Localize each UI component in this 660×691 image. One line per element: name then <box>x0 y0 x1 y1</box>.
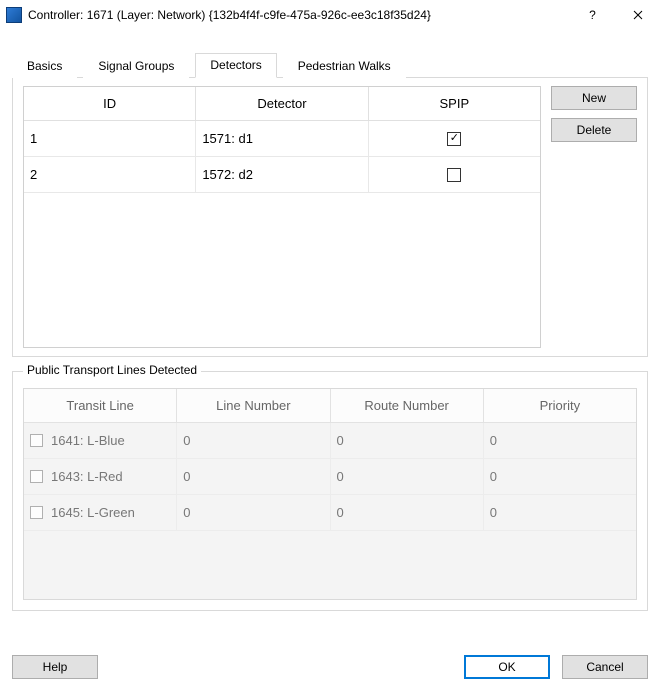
col-header-priority[interactable]: Priority <box>484 389 636 422</box>
cell-transit-line[interactable]: 1641: L-Blue <box>24 423 177 458</box>
app-icon <box>6 7 22 23</box>
checkbox-icon[interactable] <box>447 168 461 182</box>
table-row[interactable]: 1643: L-Red 0 0 0 <box>24 459 636 495</box>
col-header-id[interactable]: ID <box>24 87 196 120</box>
checkbox-icon[interactable] <box>30 506 43 519</box>
tab-basics[interactable]: Basics <box>12 54 77 78</box>
tab-signal-groups[interactable]: Signal Groups <box>83 54 189 78</box>
tab-bar: Basics Signal Groups Detectors Pedestria… <box>12 52 648 77</box>
table-row[interactable]: 2 1572: d2 <box>24 157 540 193</box>
title-bar: Controller: 1671 (Layer: Network) {132b4… <box>0 0 660 30</box>
col-header-spip[interactable]: SPIP <box>369 87 540 120</box>
pt-lines-table: Transit Line Line Number Route Number Pr… <box>23 388 637 600</box>
tab-pedestrian-walks[interactable]: Pedestrian Walks <box>283 54 406 78</box>
cell-priority[interactable]: 0 <box>484 423 636 458</box>
tab-detectors[interactable]: Detectors <box>195 53 276 78</box>
ok-button[interactable]: OK <box>464 655 550 679</box>
cell-detector[interactable]: 1572: d2 <box>196 157 368 192</box>
cell-line-number[interactable]: 0 <box>177 495 330 530</box>
close-icon[interactable] <box>615 0 660 30</box>
col-header-detector[interactable]: Detector <box>196 87 368 120</box>
pt-lines-legend: Public Transport Lines Detected <box>23 363 201 377</box>
window-title: Controller: 1671 (Layer: Network) {132b4… <box>28 8 570 22</box>
col-header-route-number[interactable]: Route Number <box>331 389 484 422</box>
col-header-line-number[interactable]: Line Number <box>177 389 330 422</box>
cell-line-number[interactable]: 0 <box>177 423 330 458</box>
cell-transit-line[interactable]: 1643: L-Red <box>24 459 177 494</box>
cell-id[interactable]: 1 <box>24 121 196 156</box>
transit-line-label: 1641: L-Blue <box>51 433 125 448</box>
detectors-table: ID Detector SPIP 1 1571: d1 ✓ 2 1572: d2 <box>23 86 541 348</box>
side-buttons: New Delete <box>551 86 637 348</box>
delete-button[interactable]: Delete <box>551 118 637 142</box>
cell-id[interactable]: 2 <box>24 157 196 192</box>
table-row[interactable]: 1645: L-Green 0 0 0 <box>24 495 636 531</box>
checkbox-icon[interactable]: ✓ <box>447 132 461 146</box>
cell-transit-line[interactable]: 1645: L-Green <box>24 495 177 530</box>
cell-detector[interactable]: 1571: d1 <box>196 121 368 156</box>
col-header-transit-line[interactable]: Transit Line <box>24 389 177 422</box>
cancel-button[interactable]: Cancel <box>562 655 648 679</box>
checkbox-icon[interactable] <box>30 434 43 447</box>
table-row[interactable]: 1 1571: d1 ✓ <box>24 121 540 157</box>
checkbox-icon[interactable] <box>30 470 43 483</box>
cell-route-number[interactable]: 0 <box>331 495 484 530</box>
new-button[interactable]: New <box>551 86 637 110</box>
table-row[interactable]: 1641: L-Blue 0 0 0 <box>24 423 636 459</box>
cell-route-number[interactable]: 0 <box>331 459 484 494</box>
help-button[interactable]: Help <box>12 655 98 679</box>
cell-spip[interactable] <box>369 157 540 192</box>
tab-panel-detectors: ID Detector SPIP 1 1571: d1 ✓ 2 1572: d2… <box>12 77 648 357</box>
cell-route-number[interactable]: 0 <box>331 423 484 458</box>
cell-priority[interactable]: 0 <box>484 459 636 494</box>
transit-line-label: 1645: L-Green <box>51 505 135 520</box>
transit-line-label: 1643: L-Red <box>51 469 123 484</box>
pt-lines-group: Public Transport Lines Detected Transit … <box>12 371 648 611</box>
dialog-button-bar: Help OK Cancel <box>12 655 648 679</box>
cell-line-number[interactable]: 0 <box>177 459 330 494</box>
cell-priority[interactable]: 0 <box>484 495 636 530</box>
cell-spip[interactable]: ✓ <box>369 121 540 156</box>
help-icon[interactable]: ? <box>570 0 615 30</box>
